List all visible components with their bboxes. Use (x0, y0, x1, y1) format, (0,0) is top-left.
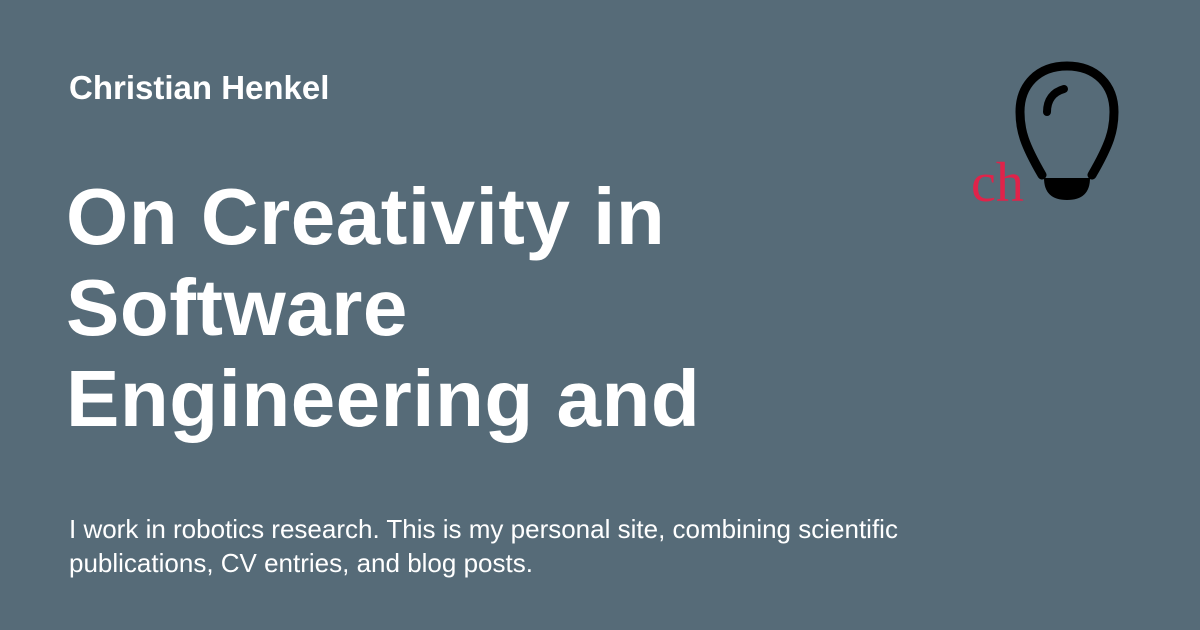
site-logo: ch (968, 58, 1128, 218)
monogram-text: ch (971, 152, 1024, 214)
title-line-1: On Creativity in (66, 172, 666, 261)
lightbulb-icon: ch (971, 61, 1119, 214)
author-name: Christian Henkel (69, 69, 330, 106)
social-card: Christian Henkel On Creativity in Softwa… (0, 0, 1200, 630)
page-title: On Creativity in Software Engineering an… (66, 171, 886, 444)
title-line-2: Software (66, 263, 408, 352)
title-line-3: Engineering and (66, 354, 701, 443)
site-description: I work in robotics research. This is my … (69, 514, 898, 578)
